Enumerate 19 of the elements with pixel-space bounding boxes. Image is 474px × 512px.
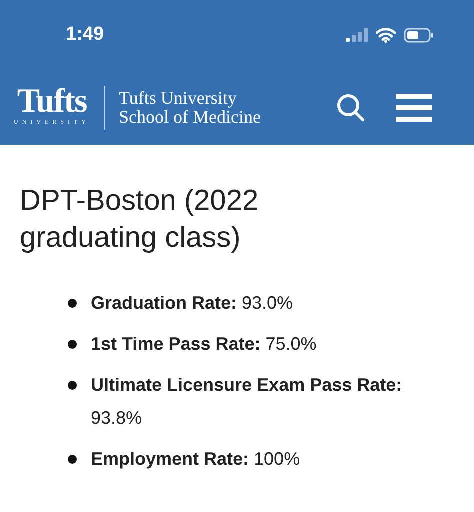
stat-item: Employment Rate: 100% (91, 448, 300, 471)
bullet-icon (68, 340, 77, 349)
page-heading: DPT-Boston (2022 graduating class) (20, 184, 260, 256)
bullet-icon (68, 381, 77, 390)
bullet-icon (68, 299, 77, 308)
search-icon (336, 92, 366, 122)
stat-item: Ultimate Licensure Exam Pass Rate: 93.8% (91, 374, 404, 430)
school-name: School of Medicine (119, 108, 261, 126)
wifi-icon (376, 28, 396, 42)
menu-button[interactable] (396, 94, 432, 122)
search-button[interactable] (336, 92, 366, 122)
menu-icon (396, 94, 432, 122)
battery-icon (404, 28, 434, 42)
bullet-icon (68, 455, 77, 464)
status-time: 1:49 (66, 22, 104, 47)
signal-icon (346, 28, 368, 42)
stat-item: 1st Time Pass Rate: 75.0% (91, 333, 317, 356)
school-name: Tufts University (119, 88, 238, 108)
stat-item: Graduation Rate: 93.0% (91, 292, 294, 315)
